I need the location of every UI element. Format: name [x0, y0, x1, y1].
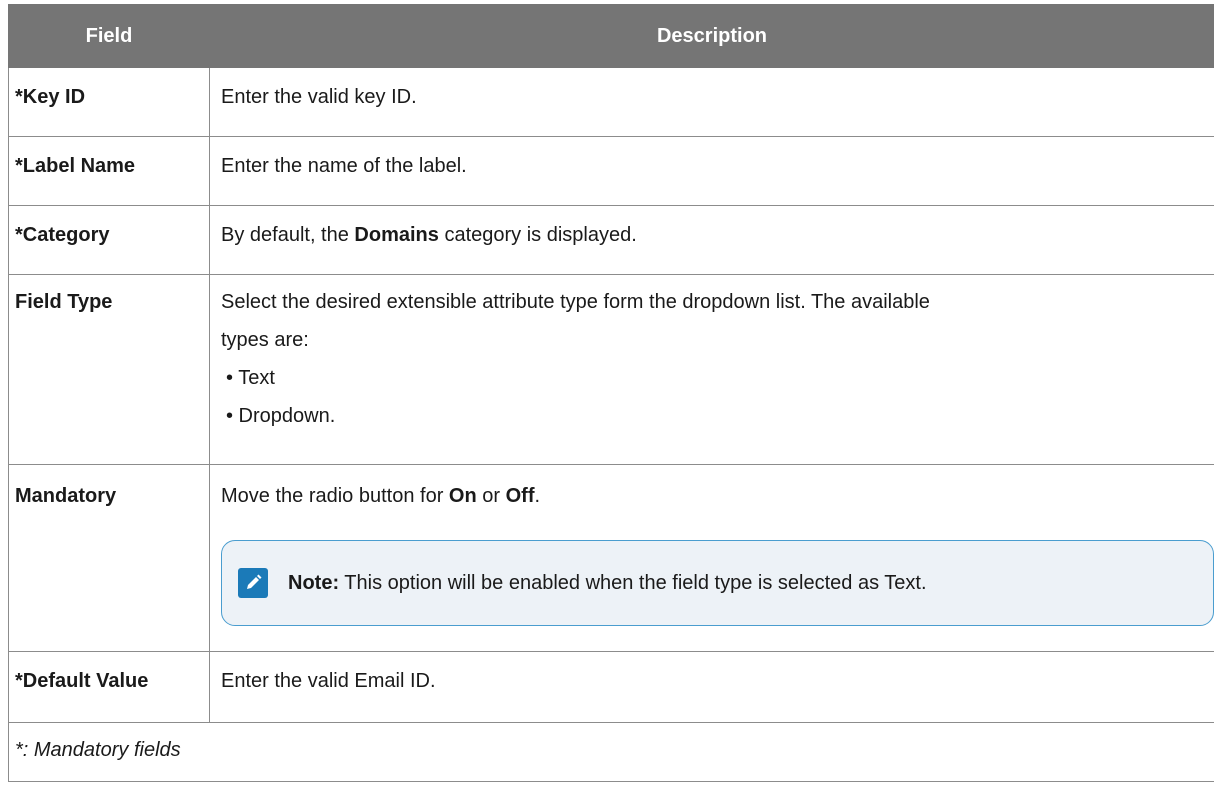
table-row: *Key ID Enter the valid key ID.	[8, 67, 1214, 137]
bullet-dropdown: • Dropdown.	[226, 405, 336, 427]
field-label-name: *Label Name	[8, 136, 210, 206]
bullet-text: • Text	[226, 367, 275, 389]
field-default-value: *Default Value	[8, 651, 210, 723]
field-category: *Category	[8, 205, 210, 275]
footnote: *: Mandatory fields	[8, 722, 1214, 782]
desc-field-type-line1: Select the desired extensible attribute …	[221, 291, 930, 313]
desc-category: By default, the Domains category is disp…	[209, 205, 1214, 275]
field-field-type: Field Type	[8, 274, 210, 465]
desc-category-bold: Domains	[354, 224, 439, 246]
desc-default-value: Enter the valid Email ID.	[209, 651, 1214, 723]
table-row: Field Type Select the desired extensible…	[8, 274, 1214, 465]
fields-table: Field Description *Key ID Enter the vali…	[8, 4, 1214, 782]
off-label: Off	[505, 485, 535, 507]
table-row: *Label Name Enter the name of the label.	[8, 136, 1214, 206]
desc-mandatory-pre: Move the radio button for	[221, 485, 449, 507]
desc-field-type-line2: types are:	[221, 329, 309, 351]
desc-label-name: Enter the name of the label.	[209, 136, 1214, 206]
desc-mandatory-text: Move the radio button for On or Off.	[221, 477, 1204, 515]
table-footnote-row: *: Mandatory fields	[8, 722, 1214, 782]
desc-key-id: Enter the valid key ID.	[209, 67, 1214, 137]
desc-category-post: category is displayed.	[438, 224, 637, 246]
field-key-id: *Key ID	[8, 67, 210, 137]
on-label: On	[448, 485, 477, 507]
desc-mandatory-post: .	[534, 485, 541, 507]
table-row: Mandatory Move the radio button for On o…	[8, 464, 1214, 652]
desc-category-pre: By default, the	[221, 224, 355, 246]
note-text: Note: This option will be enabled when t…	[288, 569, 927, 597]
field-mandatory: Mandatory	[8, 464, 210, 652]
table-row: *Default Value Enter the valid Email ID.	[8, 651, 1214, 723]
table-header-row: Field Description	[8, 4, 1214, 68]
header-description: Description	[209, 4, 1214, 68]
header-field: Field	[8, 4, 210, 68]
table-row: *Category By default, the Domains catego…	[8, 205, 1214, 275]
note-box: Note: This option will be enabled when t…	[221, 540, 1214, 626]
desc-field-type: Select the desired extensible attribute …	[209, 274, 1214, 465]
note-body: This option will be enabled when the fie…	[339, 572, 927, 594]
note-label: Note:	[288, 572, 340, 594]
desc-mandatory: Move the radio button for On or Off. Not…	[209, 464, 1214, 652]
or-text: or	[476, 485, 506, 507]
note-edit-icon	[238, 568, 268, 598]
